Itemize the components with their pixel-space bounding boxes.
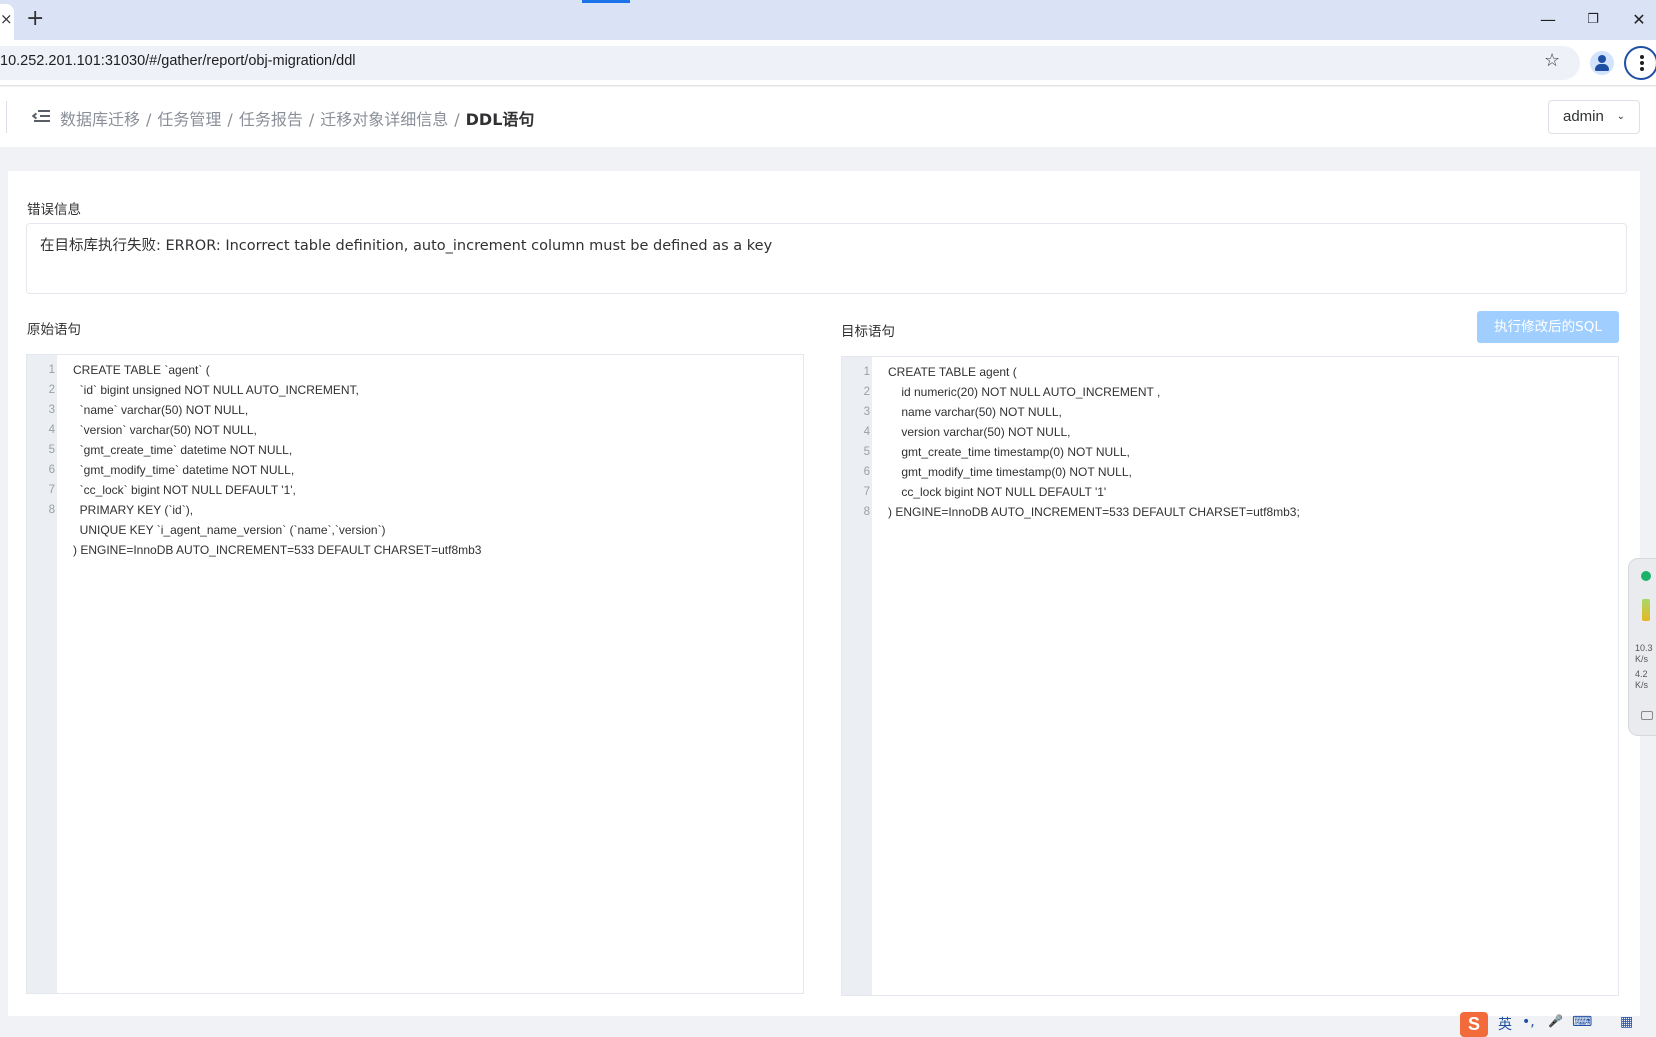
line-number: 3 [863, 406, 870, 418]
address-bar: 10.252.201.101:31030/#/gather/report/obj… [0, 40, 1656, 86]
code-line: ) ENGINE=InnoDB AUTO_INCREMENT=533 DEFAU… [73, 543, 482, 557]
ddl-card: 错误信息 在目标库执行失败: ERROR: Incorrect table de… [8, 171, 1640, 1016]
header-divider [6, 101, 7, 133]
code-line: id numeric(20) NOT NULL AUTO_INCREMENT , [888, 385, 1161, 399]
code-line: version varchar(50) NOT NULL, [888, 425, 1071, 439]
ime-punctuation-toggle[interactable]: •, [1522, 1014, 1535, 1030]
error-message-box: 在目标库执行失败: ERROR: Incorrect table definit… [26, 223, 1627, 294]
code-line: `gmt_modify_time` datetime NOT NULL, [73, 463, 295, 477]
line-number: 7 [863, 486, 870, 498]
breadcrumb-separator: / [227, 110, 233, 129]
url-text[interactable]: 10.252.201.101:31030/#/gather/report/obj… [0, 53, 356, 69]
tab-loading-indicator [582, 0, 630, 3]
line-number: 3 [48, 404, 55, 416]
breadcrumb-separator: / [308, 110, 315, 129]
close-window-button[interactable]: ✕ [1624, 8, 1654, 32]
target-sql-editor[interactable]: 1 2 3 4 5 6 7 8 CREATE TABLE agent ( id … [841, 356, 1619, 996]
code-line: name varchar(50) NOT NULL, [888, 405, 1062, 419]
code-line: UNIQUE KEY `i_agent_name_version` (`name… [73, 523, 386, 537]
line-number: 2 [863, 386, 870, 398]
source-sql-label: 原始语句 [27, 322, 81, 338]
line-number: 4 [863, 426, 870, 438]
ime-toolbar: S 英 •, 🎤 ⌨ ▦ [1460, 1012, 1656, 1037]
breadcrumb-separator: / [146, 110, 152, 129]
chevron-down-icon: ⌄ [1616, 111, 1625, 122]
error-message: 在目标库执行失败: ERROR: Incorrect table definit… [40, 238, 773, 254]
code-line: `id` bigint unsigned NOT NULL AUTO_INCRE… [73, 383, 359, 397]
sidebar-fold-icon[interactable] [31, 108, 50, 124]
source-sql-editor[interactable]: 1 2 3 4 5 6 7 8 CREATE TABLE `agent` ( `… [26, 354, 804, 994]
microphone-icon[interactable]: 🎤 [1548, 1014, 1563, 1028]
line-number: 5 [863, 446, 870, 458]
app-header: 数据库迁移 / 任务管理 / 任务报告 / 迁移对象详细信息 / DDL语句 admin ⌄ [0, 87, 1656, 147]
download-unit: K/s [1635, 680, 1649, 690]
line-number: 6 [863, 466, 870, 478]
code-line: `version` varchar(50) NOT NULL, [73, 423, 257, 437]
execute-modified-sql-button[interactable]: 执行修改后的SQL [1477, 311, 1619, 343]
code-line: gmt_create_time timestamp(0) NOT NULL, [888, 445, 1130, 459]
breadcrumb-separator: / [454, 110, 460, 129]
code-line: ) ENGINE=InnoDB AUTO_INCREMENT=533 DEFAU… [888, 505, 1300, 519]
code-line: PRIMARY KEY (`id`), [73, 503, 194, 517]
upload-unit: K/s [1635, 654, 1649, 664]
error-label: 错误信息 [27, 202, 81, 218]
breadcrumb-current: DDL语句 [465, 110, 535, 129]
line-number: 6 [48, 464, 55, 476]
camera-icon[interactable] [1641, 711, 1653, 720]
line-number: 1 [48, 364, 55, 376]
minimize-button[interactable]: — [1533, 8, 1563, 32]
code-line: `name` varchar(50) NOT NULL, [73, 403, 249, 417]
upload-speed: 10.3 [1635, 643, 1653, 653]
ime-language-toggle[interactable]: 英 [1498, 1014, 1512, 1034]
restore-button[interactable]: ❐ [1578, 8, 1608, 32]
line-number: 5 [48, 444, 55, 456]
breadcrumb-item-task-management[interactable]: 任务管理 [157, 110, 221, 129]
network-monitor-widget[interactable]: 10.3 K/s 4.2 K/s [1628, 558, 1656, 736]
bookmark-star-icon[interactable]: ☆ [1544, 50, 1560, 71]
breadcrumb: 数据库迁移 / 任务管理 / 任务报告 / 迁移对象详细信息 / DDL语句 [60, 106, 534, 130]
breadcrumb-item-database-migration[interactable]: 数据库迁移 [60, 110, 140, 129]
line-number: 2 [48, 384, 55, 396]
status-dot-icon [1641, 571, 1651, 581]
new-tab-button[interactable]: + [26, 6, 44, 32]
user-dropdown[interactable]: admin ⌄ [1548, 100, 1640, 134]
target-sql-label: 目标语句 [841, 324, 895, 340]
line-number: 8 [48, 504, 55, 516]
code-line: cc_lock bigint NOT NULL DEFAULT '1' [888, 485, 1107, 499]
user-name: admin [1563, 108, 1604, 125]
browser-tab-bar: × + — ❐ ✕ [0, 0, 1656, 40]
usage-bar-icon [1642, 599, 1650, 621]
ime-logo-icon[interactable]: S [1460, 1012, 1488, 1037]
line-number: 7 [48, 484, 55, 496]
tab-close-icon[interactable]: × [0, 10, 13, 28]
line-number: 4 [48, 424, 55, 436]
breadcrumb-item-task-report[interactable]: 任务报告 [239, 110, 303, 129]
download-speed: 4.2 [1635, 669, 1648, 679]
code-line: CREATE TABLE agent ( [888, 365, 1017, 379]
code-line: gmt_modify_time timestamp(0) NOT NULL, [888, 465, 1132, 479]
line-number: 8 [863, 506, 870, 518]
code-line: `cc_lock` bigint NOT NULL DEFAULT '1', [73, 483, 296, 497]
browser-menu-icon[interactable] [1624, 46, 1656, 80]
keyboard-icon[interactable]: ⌨ [1572, 1014, 1592, 1030]
profile-icon[interactable] [1590, 51, 1614, 75]
code-line: CREATE TABLE `agent` ( [73, 363, 210, 377]
apps-grid-icon[interactable]: ▦ [1620, 1014, 1633, 1030]
code-line: `gmt_create_time` datetime NOT NULL, [73, 443, 293, 457]
line-number: 1 [863, 366, 870, 378]
breadcrumb-item-object-details[interactable]: 迁移对象详细信息 [320, 110, 448, 129]
